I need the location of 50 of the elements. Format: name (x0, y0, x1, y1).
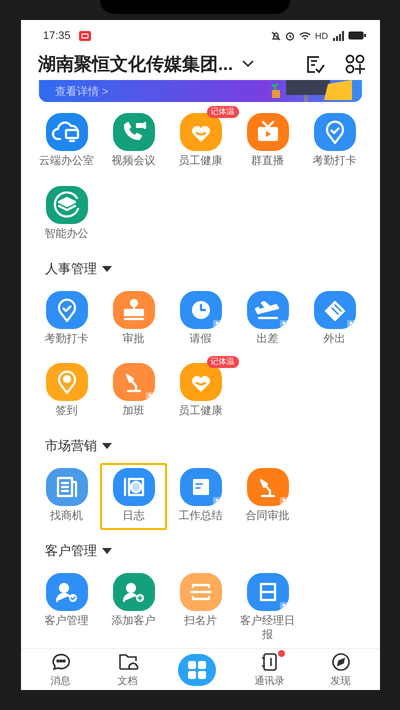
add-apps-icon[interactable] (344, 53, 366, 76)
caret-icon[interactable] (102, 548, 112, 554)
alarm-icon (285, 30, 295, 41)
app-shortcut[interactable]: 客户管理 (33, 568, 100, 648)
app-shortcut[interactable]: 找商机 (33, 463, 100, 530)
chat-icon (50, 652, 72, 672)
app-shortcut[interactable]: 签到 (33, 358, 100, 426)
promo-banner[interactable]: 查看详情 > (39, 80, 362, 102)
app-shortcut[interactable]: 考勤打卡 (301, 108, 368, 175)
app-shortcut[interactable]: 审批 (100, 286, 167, 352)
signal-icon (332, 30, 344, 41)
checklist-icon[interactable] (304, 53, 326, 76)
app-shortcut[interactable]: 外出 (301, 286, 368, 352)
status-time: 17:35 (43, 30, 71, 42)
app-shortcut[interactable]: 请假 (167, 286, 234, 352)
nav-tab[interactable]: 消息 (44, 652, 78, 688)
app-shortcut[interactable]: 日志 (100, 463, 167, 530)
app-shortcut[interactable]: 智能办公 (33, 180, 100, 248)
app-shortcut[interactable]: 客户经理日报 (234, 568, 301, 648)
reminder-tag: 记体温 (206, 106, 238, 118)
compass-icon (330, 652, 352, 672)
battery-icon (348, 31, 366, 40)
nav-tab[interactable]: 发现 (324, 652, 358, 688)
network-label: HD (315, 30, 328, 41)
caret-icon[interactable] (102, 443, 112, 450)
nav-tab[interactable]: 文档 (110, 652, 144, 688)
app-shortcut[interactable]: 考勤打卡 (33, 286, 100, 352)
section-heading: 市场营销 (45, 437, 97, 456)
apps-button[interactable] (178, 654, 216, 686)
notification-dot (278, 650, 284, 657)
reminder-tag: 记体温 (206, 356, 238, 368)
view-details-link[interactable]: 查看详情 > (55, 84, 108, 99)
app-shortcut[interactable]: 合同审批 (234, 463, 301, 530)
folder-icon (116, 652, 138, 672)
app-shortcut[interactable]: 云端办公室 (33, 108, 100, 175)
chevron-down-icon[interactable] (241, 59, 256, 70)
app-shortcut[interactable]: 添加客户 (100, 568, 167, 648)
section-heading: 人事管理 (45, 260, 97, 278)
app-shortcut[interactable]: 工作总结 (167, 463, 234, 530)
app-shortcut[interactable]: 扫名片 (167, 568, 234, 648)
bell-off-icon (271, 30, 281, 41)
caret-icon[interactable] (102, 266, 112, 272)
app-shortcut[interactable]: 出差 (234, 286, 301, 352)
nav-tab[interactable]: 通讯录 (248, 652, 290, 688)
section-heading: 客户管理 (45, 542, 97, 560)
organization-title[interactable]: 湖南聚恒文化传媒集团... (38, 52, 234, 76)
wifi-icon (299, 30, 311, 41)
grid-icon (186, 660, 206, 680)
app-shortcut[interactable]: 视频会议 (100, 108, 167, 175)
app-shortcut[interactable]: 加班 (100, 358, 167, 426)
